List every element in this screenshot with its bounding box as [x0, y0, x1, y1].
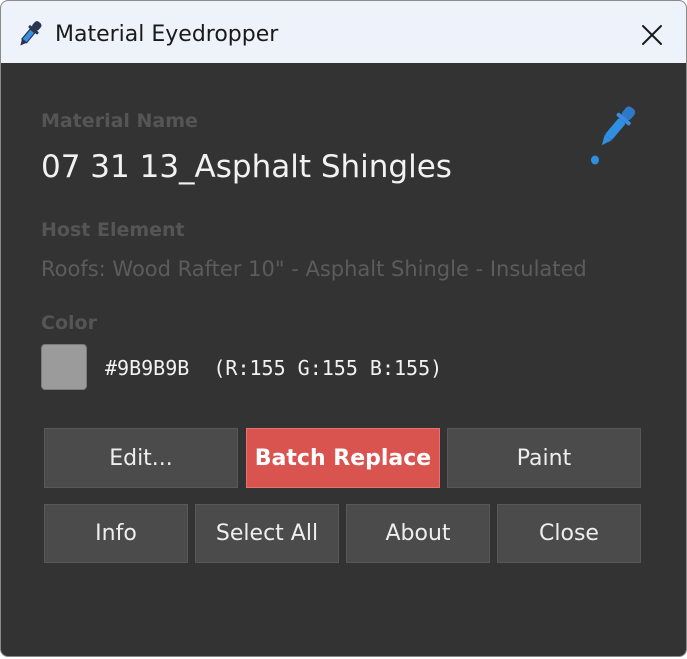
- eyedropper-icon: [20, 21, 42, 46]
- close-window-button[interactable]: [630, 17, 674, 53]
- color-rgb: (R:155 G:155 B:155): [213, 356, 443, 380]
- edit-button[interactable]: Edit...: [44, 428, 238, 488]
- color-swatch: [41, 344, 87, 390]
- title-bar: Material Eyedropper: [1, 1, 686, 63]
- color-label: Color: [41, 312, 97, 334]
- host-element-value: Roofs: Wood Rafter 10" - Asphalt Shingle…: [41, 257, 587, 281]
- color-hex: #9B9B9B: [105, 356, 190, 380]
- close-button[interactable]: Close: [497, 504, 641, 563]
- window-title: Material Eyedropper: [55, 22, 279, 47]
- select-all-button[interactable]: Select All: [195, 504, 339, 563]
- batch-replace-button[interactable]: Batch Replace: [246, 428, 440, 488]
- about-button[interactable]: About: [346, 504, 490, 563]
- info-button[interactable]: Info: [44, 504, 188, 563]
- eyedropper-window: Material Eyedropper Material Name 07 31 …: [0, 0, 687, 657]
- color-value: #9B9B9B (R:155 G:155 B:155): [105, 355, 442, 381]
- paint-button[interactable]: Paint: [447, 428, 641, 488]
- host-element-label: Host Element: [41, 219, 185, 241]
- close-icon: [642, 25, 662, 45]
- eyedropper-icon[interactable]: [583, 101, 643, 171]
- material-name-value: 07 31 13_Asphalt Shingles: [41, 149, 452, 185]
- material-name-label: Material Name: [41, 110, 198, 132]
